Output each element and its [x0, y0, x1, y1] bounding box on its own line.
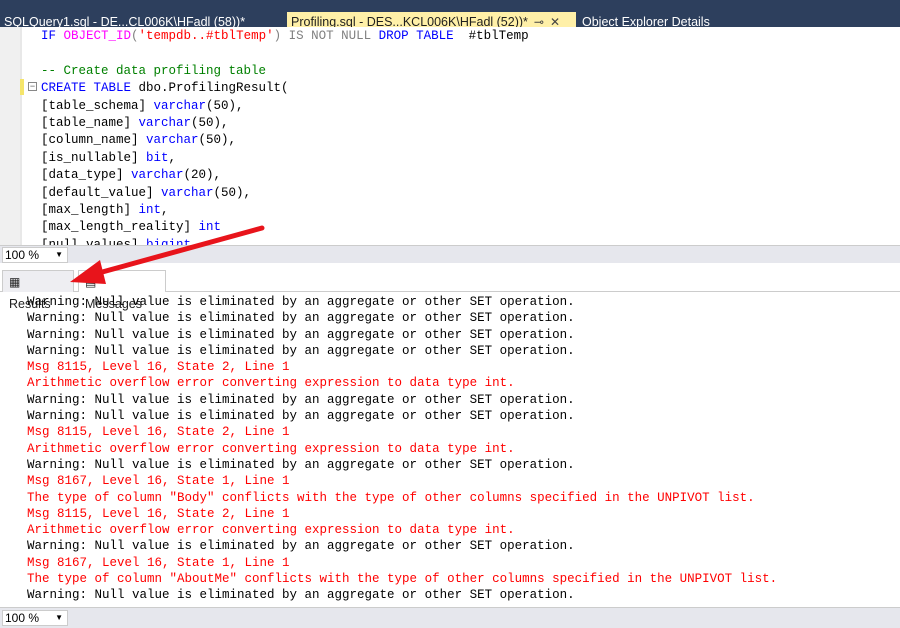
- grid-icon: ▦: [9, 275, 21, 289]
- messages-zoom-select[interactable]: 100 % ▼: [2, 610, 68, 626]
- error-message: Arithmetic overflow error converting exp…: [27, 441, 515, 456]
- tab-results[interactable]: ▦Results: [2, 270, 74, 311]
- error-message: Msg 8115, Level 16, State 2, Line 1: [27, 425, 290, 440]
- error-message: Msg 8167, Level 16, State 1, Line 1: [27, 555, 290, 570]
- query-editor[interactable]: − IF OBJECT_ID('tempdb..#tblTemp') IS NO…: [0, 27, 900, 245]
- code-token: (20),: [183, 168, 222, 183]
- code-token: IF: [41, 29, 64, 43]
- changed-line-marker: [20, 79, 24, 95]
- error-message: Msg 8115, Level 16, State 2, Line 1: [27, 360, 290, 375]
- code-token: #tblTemp: [453, 29, 529, 43]
- code-token: [is_nullable]: [41, 150, 147, 165]
- code-token: [table_schema]: [41, 98, 154, 113]
- error-message: Arithmetic overflow error converting exp…: [27, 376, 515, 391]
- code-line: [data_type] varchar(20),: [41, 167, 529, 184]
- warning-message: Warning: Null value is eliminated by an …: [27, 327, 575, 342]
- warning-message: Warning: Null value is eliminated by an …: [27, 588, 575, 603]
- code-line: CREATE TABLE dbo.ProfilingResult(: [41, 80, 529, 97]
- warning-message: Warning: Null value is eliminated by an …: [27, 409, 575, 424]
- warning-message: Warning: Null value is eliminated by an …: [27, 311, 575, 326]
- code-token: int: [198, 220, 222, 235]
- error-message: The type of column "AboutMe" conflicts w…: [27, 572, 778, 587]
- code-token: ,: [161, 202, 169, 217]
- warning-message: Warning: Null value is eliminated by an …: [27, 457, 575, 472]
- code-token: [null_values]: [41, 237, 147, 245]
- code-token: [max_length]: [41, 202, 139, 217]
- code-token: [data_type]: [41, 168, 132, 183]
- code-token: 'tempdb..#tblTemp': [138, 29, 274, 43]
- code-token: bit: [146, 150, 169, 165]
- editor-zoom-bar: 100 % ▼: [0, 245, 900, 263]
- chevron-down-icon: ▼: [55, 613, 63, 622]
- code-line: [max_length] int,: [41, 202, 529, 219]
- code-line: IF OBJECT_ID('tempdb..#tblTemp') IS NOT …: [41, 28, 529, 45]
- messages-icon: ▤: [85, 275, 97, 289]
- chevron-down-icon: ▼: [55, 250, 63, 259]
- editor-margin: [20, 27, 22, 245]
- editor-zoom-select[interactable]: 100 % ▼: [2, 247, 68, 263]
- code-token: [table_name]: [41, 115, 139, 130]
- results-tab-bar: ▦Results ▤Messages: [0, 266, 900, 311]
- code-token: [default_value]: [41, 185, 162, 200]
- code-token: DROP TABLE: [378, 29, 454, 43]
- code-token: int: [138, 202, 162, 217]
- code-line: [null_values] bigint: [41, 237, 529, 245]
- code-token: CREATE TABLE: [41, 81, 139, 96]
- error-message: The type of column "Body" conflicts with…: [27, 490, 755, 505]
- zoom-value: 100 %: [5, 248, 40, 262]
- code-token: varchar: [138, 115, 192, 130]
- collapse-icon[interactable]: −: [28, 82, 37, 91]
- code-token: varchar: [131, 168, 184, 183]
- code-token: varchar: [161, 185, 214, 200]
- code-line: [is_nullable] bit,: [41, 150, 529, 167]
- zoom-value: 100 %: [5, 611, 40, 625]
- code-token: varchar: [146, 133, 199, 148]
- code-token: bigint: [146, 237, 192, 245]
- warning-message: Warning: Null value is eliminated by an …: [27, 295, 575, 309]
- editor-gutter: [0, 27, 20, 245]
- code-line: [default_value] varchar(50),: [41, 185, 529, 202]
- code-line: -- Create data profiling table: [41, 63, 529, 80]
- code-line: [table_name] varchar(50),: [41, 115, 529, 132]
- warning-message: Warning: Null value is eliminated by an …: [27, 539, 575, 554]
- code-line: [max_length_reality] int: [41, 219, 529, 236]
- code-lines: IF OBJECT_ID('tempdb..#tblTemp') IS NOT …: [41, 28, 529, 245]
- code-token: (50),: [191, 115, 229, 130]
- error-message: Msg 8115, Level 16, State 2, Line 1: [27, 506, 290, 521]
- warning-message: Warning: Null value is eliminated by an …: [27, 392, 575, 407]
- code-token: -- Create data profiling table: [41, 63, 267, 78]
- messages-pane: Warning: Null value is eliminated by an …: [27, 294, 777, 604]
- messages-zoom-bar: 100 % ▼: [0, 607, 900, 628]
- tab-messages[interactable]: ▤Messages: [78, 270, 166, 311]
- code-token: (50),: [198, 133, 237, 148]
- error-message: Arithmetic overflow error converting exp…: [27, 523, 515, 538]
- code-line: [table_schema] varchar(50),: [41, 98, 529, 115]
- code-token: OBJECT_ID: [63, 29, 132, 43]
- code-token: dbo.ProfilingResult(: [138, 81, 289, 96]
- document-tab-bar: SQLQuery1.sql - DE...CL006K\HFadl (58))*…: [0, 0, 900, 33]
- code-token: [column_name]: [41, 133, 147, 148]
- code-token: varchar: [153, 98, 207, 113]
- error-message: Msg 8167, Level 16, State 1, Line 1: [27, 474, 290, 489]
- code-token: (: [131, 29, 139, 43]
- warning-message: Warning: Null value is eliminated by an …: [27, 343, 575, 358]
- code-token: (50),: [213, 185, 252, 200]
- code-token: (50),: [206, 98, 244, 113]
- code-token: ) IS NOT NULL: [273, 29, 379, 43]
- code-token: ,: [168, 150, 177, 165]
- code-token: [max_length_reality]: [41, 220, 199, 235]
- code-line: [column_name] varchar(50),: [41, 132, 529, 149]
